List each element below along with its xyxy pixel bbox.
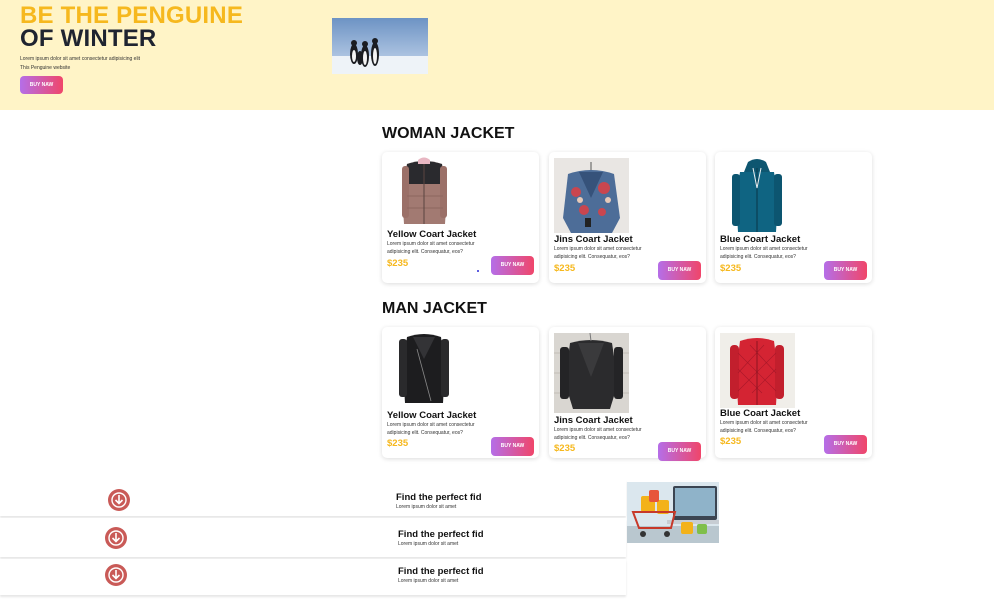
product-price: $235 (554, 263, 576, 274)
puffer-jacket-image (387, 152, 462, 227)
product-card: Jins Coart Jacket Lorem ipsum dolor sit … (549, 152, 706, 283)
buy-button[interactable]: BUY NAW (824, 261, 867, 280)
buy-button[interactable]: BUY NAW (658, 261, 701, 280)
dot-marker (477, 270, 479, 272)
feature-subtitle: Lorem ipsum dolor sit amet (398, 578, 459, 584)
product-name: Blue Coart Jacket (720, 234, 801, 245)
product-price: $235 (720, 436, 742, 447)
product-name: Blue Coart Jacket (720, 408, 801, 419)
product-description: Lorem ipsum dolor sit amet consectetur a… (387, 422, 475, 436)
red-quilted-jacket-image (720, 333, 795, 408)
product-card: Yellow Coart Jacket Lorem ipsum dolor si… (382, 327, 539, 458)
penguins-image (332, 18, 428, 74)
product-description: Lorem ipsum dolor sit amet consectetur a… (387, 241, 475, 255)
download-icon[interactable] (105, 564, 127, 586)
product-price: $235 (554, 443, 576, 454)
feature-subtitle: Lorem ipsum dolor sit amet (398, 541, 459, 547)
hero-title-line2: OF WINTER (20, 25, 157, 52)
feature-row: Find the perfect fid Lorem ipsum dolor s… (0, 518, 626, 557)
leather-biker-jacket-image (387, 329, 462, 404)
product-description: Lorem ipsum dolor sit amet consectetur a… (720, 420, 808, 434)
hero-banner: BE THE PENGUINE OF WINTER Lorem ipsum do… (0, 0, 994, 110)
feature-row: Find the perfect fid Lorem ipsum dolor s… (0, 559, 626, 595)
product-card: Jins Coart Jacket Lorem ipsum dolor sit … (549, 327, 706, 461)
product-name: Yellow Coart Jacket (387, 229, 477, 240)
product-card: Yellow Coart Jacket Lorem ipsum dolor si… (382, 152, 539, 283)
product-price: $235 (387, 438, 409, 449)
download-icon[interactable] (105, 527, 127, 549)
hero-description: Lorem ipsum dolor sit amet consectetur a… (20, 56, 141, 71)
product-card: Blue Coart Jacket Lorem ipsum dolor sit … (715, 152, 872, 283)
feature-subtitle: Lorem ipsum dolor sit amet (396, 504, 457, 510)
product-card: Blue Coart Jacket Lorem ipsum dolor sit … (715, 327, 872, 458)
feature-row: Find the perfect fid Lorem ipsum dolor s… (0, 480, 626, 516)
feature-title: Find the perfect fid (398, 529, 484, 540)
feature-title: Find the perfect fid (398, 566, 484, 577)
buy-button[interactable]: BUY NAW (491, 437, 534, 456)
page: BE THE PENGUINE OF WINTER Lorem ipsum do… (0, 0, 994, 601)
denim-jacket-image (554, 158, 629, 233)
product-price: $235 (387, 258, 409, 269)
blue-hoodie-jacket-image (720, 158, 795, 233)
product-name: Yellow Coart Jacket (387, 410, 477, 421)
product-description: Lorem ipsum dolor sit amet consectetur a… (554, 246, 642, 260)
product-name: Jins Coart Jacket (554, 415, 633, 426)
man-jacket-heading: MAN JACKET (382, 300, 487, 317)
product-price: $235 (720, 263, 742, 274)
buy-button[interactable]: BUY NAW (658, 442, 701, 461)
feature-title: Find the perfect fid (396, 492, 482, 503)
shopping-cart-image (627, 482, 719, 543)
buy-button[interactable]: BUY NAW (824, 435, 867, 454)
hero-buy-button[interactable]: BUY NAW (20, 76, 63, 94)
buy-button[interactable]: BUY NAW (491, 256, 534, 275)
product-name: Jins Coart Jacket (554, 234, 633, 245)
product-description: Lorem ipsum dolor sit amet consectetur a… (720, 246, 808, 260)
product-description: Lorem ipsum dolor sit amet consectetur a… (554, 427, 642, 441)
woman-jacket-heading: WOMAN JACKET (382, 125, 515, 142)
leather-jacket-image (554, 333, 629, 413)
download-icon[interactable] (108, 489, 130, 511)
